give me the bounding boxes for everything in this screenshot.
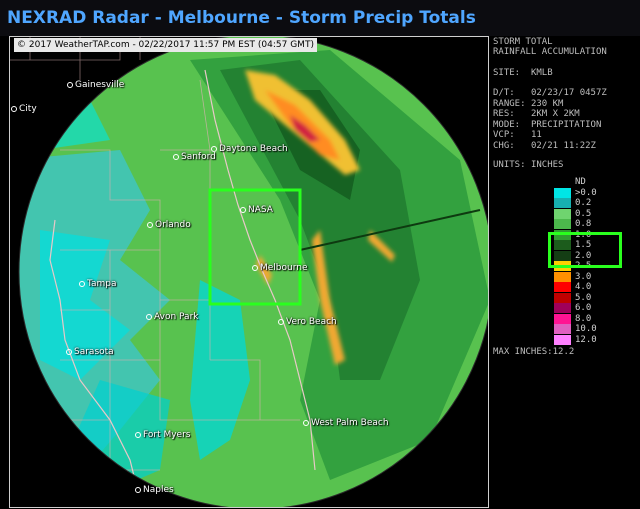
units-label: UNITS: [493, 160, 526, 170]
page-title: NEXRAD Radar - Melbourne - Storm Precip … [0, 0, 640, 36]
mode-value: PRECIPITATION [530, 119, 602, 130]
legend-value: 3.0 [575, 271, 592, 282]
legend-item: 4.0 [548, 282, 638, 292]
legend-swatch [554, 187, 571, 198]
vcp-value: 11 [530, 130, 542, 140]
units-row: UNITS: INCHES [493, 160, 563, 171]
legend-swatch [554, 324, 571, 334]
legend-swatch [554, 303, 571, 313]
legend-swatch [554, 292, 571, 303]
max-inches-row: MAX INCHES:12.2 [493, 347, 574, 358]
range-row: RANGE: 230 KM [493, 99, 563, 110]
legend-item: >0.0 [548, 187, 638, 198]
res-value: 2KM X 2KM [530, 109, 580, 119]
legend-value: 10.0 [575, 324, 597, 334]
legend-swatch [554, 282, 571, 292]
legend-highlight-box [548, 232, 622, 268]
legend-item: 0.8 [548, 219, 638, 229]
legend-swatch [554, 271, 571, 282]
legend-item: 12.0 [548, 334, 638, 345]
max-label: MAX INCHES: [493, 347, 553, 357]
legend-item: ND [548, 177, 638, 187]
legend-value: ND [575, 177, 586, 187]
legend-swatch [554, 177, 571, 187]
legend-item: 6.0 [548, 303, 638, 313]
res-row: RES: 2KM X 2KM [493, 109, 580, 120]
res-label: RES: [493, 109, 515, 119]
legend-swatch [554, 313, 571, 324]
legend-value: 0.2 [575, 198, 592, 208]
chg-row: CHG: 02/21 11:22Z [493, 141, 596, 152]
chg-label: CHG: [493, 140, 515, 151]
city-label: Melbourne [252, 263, 308, 274]
legend-swatch [554, 198, 571, 208]
city-label: Gainesville [67, 80, 124, 91]
site-row: SITE: KMLB [493, 68, 553, 79]
legend-value: 4.0 [575, 282, 592, 292]
heading-line1: STORM TOTAL [493, 37, 553, 47]
radar-map [10, 37, 488, 507]
site-value: KMLB [530, 68, 553, 78]
legend-value: 6.0 [575, 303, 592, 313]
legend-value: 5.0 [575, 292, 592, 303]
city-label: NASA [240, 205, 273, 216]
mode-row: MODE: PRECIPITATION [493, 120, 601, 131]
copyright-label: © 2017 WeatherTAP.com - 02/22/2017 11:57… [14, 38, 317, 52]
units-value: INCHES [530, 160, 564, 170]
legend-item: 0.2 [548, 198, 638, 208]
city-label: Sarasota [66, 347, 114, 358]
site-label: SITE: [493, 68, 521, 78]
city-label: Tampa [79, 279, 117, 290]
legend-item: 0.5 [548, 208, 638, 219]
legend-swatch [554, 334, 571, 345]
city-label: Sanford [173, 152, 216, 163]
legend-value: 12.0 [575, 334, 597, 345]
dt-value: 02/23/17 0457Z [530, 88, 607, 98]
city-label: Vero Beach [278, 317, 337, 328]
dt-row: D/T: 02/23/17 0457Z [493, 88, 607, 99]
legend-item: 10.0 [548, 324, 638, 334]
vcp-row: VCP: 11 [493, 130, 542, 141]
legend-swatch [554, 208, 571, 219]
max-value: 12.2 [552, 347, 575, 357]
heading-line2: RAINFALL ACCUMULATION [493, 47, 607, 57]
city-label: Fort Myers [135, 430, 190, 441]
city-label: Orlando [147, 220, 191, 231]
legend-item: 5.0 [548, 292, 638, 303]
city-label: Naples [135, 485, 174, 496]
city-label: City [11, 104, 37, 115]
city-label: Avon Park [146, 312, 198, 323]
legend-item: 3.0 [548, 271, 638, 282]
range-value: 230 KM [530, 98, 564, 109]
vcp-label: VCP: [493, 130, 515, 140]
city-label: Daytona Beach [211, 144, 288, 155]
mode-label: MODE: [493, 119, 521, 130]
legend-value: 0.5 [575, 208, 592, 219]
legend-item: 8.0 [548, 313, 638, 324]
city-label: West Palm Beach [303, 418, 389, 429]
legend-value: 8.0 [575, 313, 592, 324]
chg-value: 02/21 11:22Z [530, 140, 596, 151]
info-sidebar: STORM TOTAL RAINFALL ACCUMULATION SITE: … [490, 36, 640, 509]
legend-value: >0.0 [575, 187, 597, 198]
legend-value: 0.8 [575, 219, 592, 229]
legend-swatch [554, 219, 571, 229]
range-label: RANGE: [493, 98, 526, 109]
dt-label: D/T: [493, 88, 515, 98]
